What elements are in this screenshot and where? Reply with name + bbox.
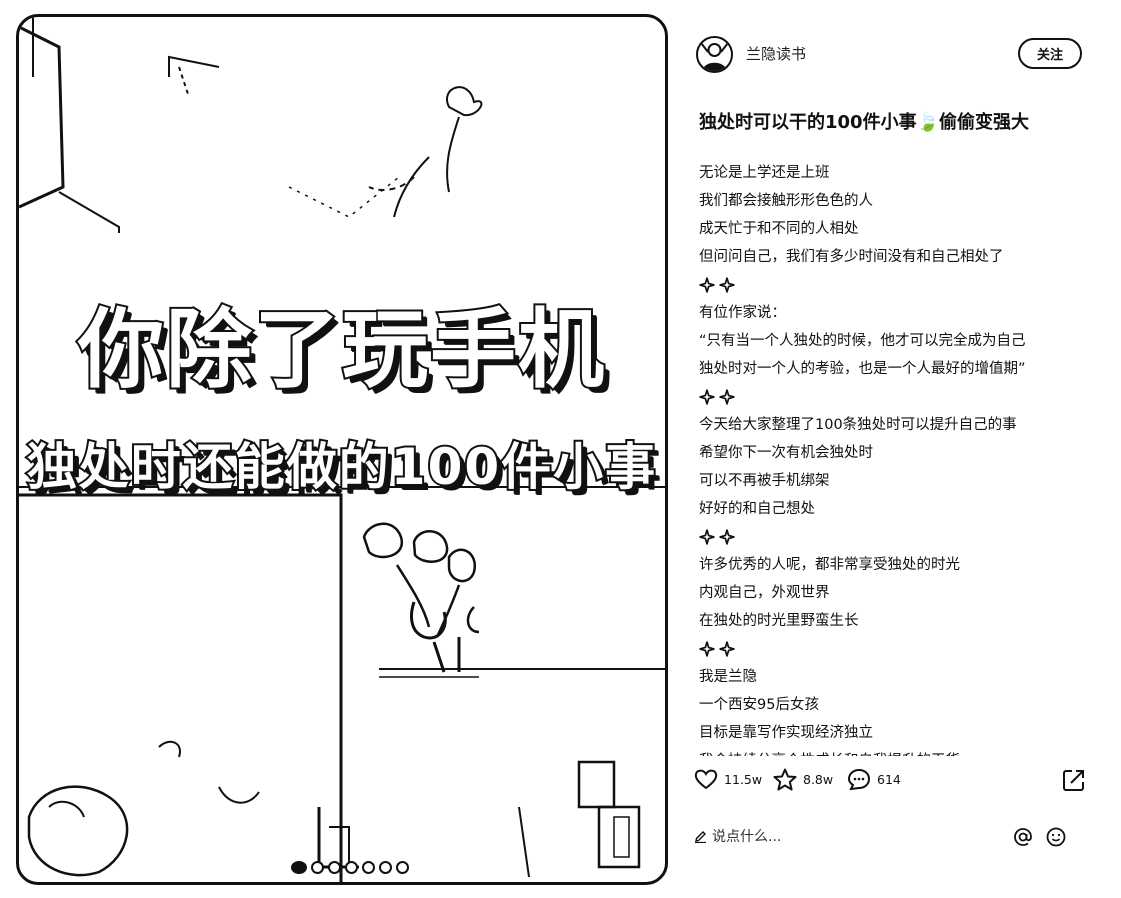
comment-composer <box>694 822 1086 852</box>
sparkle-icon <box>719 277 735 293</box>
comment-button[interactable]: 614 <box>847 768 901 791</box>
post-text-line: 有位作家说： <box>699 305 786 321</box>
post-detail-panel: 兰隐读书 关注 独处时可以干的100件小事🍃偷偷变强大 无论是上学还是上班我们都… <box>686 0 1121 898</box>
sparkle-icon <box>719 389 735 405</box>
post-text-line: 我会持续分享个性成长和自我提升的干货 <box>699 747 1089 756</box>
carousel-dot[interactable] <box>328 861 341 874</box>
sparkle-divider <box>699 271 1089 299</box>
author-name[interactable]: 兰隐读书 <box>746 43 806 64</box>
comment-bubble-icon <box>847 768 871 791</box>
at-sign-icon[interactable] <box>1012 826 1034 848</box>
sparkle-divider <box>699 523 1089 551</box>
collect-count: 8.8w <box>803 772 834 787</box>
carousel-dot[interactable] <box>345 861 358 874</box>
sparkle-icon <box>699 389 715 405</box>
emoji-smile-icon[interactable] <box>1045 826 1067 848</box>
sparkle-icon <box>699 277 715 293</box>
post-text-line: 可以不再被手机绑架 <box>699 473 830 489</box>
collect-button[interactable]: 8.8w <box>773 768 833 791</box>
author-avatar[interactable] <box>696 36 733 73</box>
post-text-line: 成天忙于和不同的人相处 <box>699 221 859 237</box>
post-text-line: 希望你下一次有机会独处时 <box>699 445 873 461</box>
post-body: 无论是上学还是上班我们都会接触形形色色的人 成天忙于和不同的人相处但问问自己，我们… <box>699 159 1089 756</box>
post-text-line: 目标是靠写作实现经济独立 <box>699 725 873 741</box>
image-headline-main: 你除了玩手机 <box>76 298 606 402</box>
post-text-line: 独处时对一个人的考验，也是一个人最好的增值期” <box>699 361 1026 377</box>
like-button[interactable]: 11.5w <box>694 768 762 790</box>
sparkle-divider <box>699 635 1089 663</box>
pencil-icon <box>695 831 706 843</box>
post-text-line: 在独处的时光里野蛮生长 <box>699 613 859 629</box>
post-image-carousel[interactable]: 你除了玩手机 独处时还能做的100件小事 <box>16 14 668 885</box>
share-icon <box>1063 770 1084 791</box>
like-count: 11.5w <box>724 771 763 787</box>
share-button[interactable] <box>1062 768 1086 796</box>
heart-icon <box>694 769 718 790</box>
carousel-indicator[interactable] <box>291 861 409 874</box>
avatar-image <box>700 42 729 71</box>
carousel-dot[interactable] <box>379 861 392 874</box>
post-text-line: 内观自己，外观世界 <box>699 585 830 601</box>
carousel-dot[interactable] <box>291 861 307 874</box>
post-text-line: 好好的和自己想处 <box>699 501 815 517</box>
post-text-line: 今天给大家整理了100条独处时可以提升自己的事 <box>699 417 1017 433</box>
post-title: 独处时可以干的100件小事🍃偷偷变强大 <box>699 112 1029 133</box>
post-text-line: 我是兰隐 <box>699 669 757 685</box>
star-icon <box>773 768 797 791</box>
post-text-line: 无论是上学还是上班 <box>699 165 830 181</box>
comment-count: 614 <box>877 772 901 787</box>
sparkle-divider <box>699 383 1089 411</box>
follow-button[interactable]: 关注 <box>1018 38 1082 69</box>
sparkle-icon <box>719 529 735 545</box>
sparkle-icon <box>699 529 715 545</box>
post-text-line: 我们都会接触形形色色的人 <box>699 193 873 209</box>
engagement-bar: 11.5w 8.8w 614 <box>694 768 1086 798</box>
post-text-line: 许多优秀的人呢，都非常享受独处的时光 <box>699 557 960 573</box>
carousel-dot[interactable] <box>362 861 375 874</box>
sparkle-icon <box>699 641 715 657</box>
image-headline-sub: 独处时还能做的100件小事 <box>25 436 658 498</box>
post-text-line: “只有当一个人独处的时候，他才可以完全成为自己 <box>699 333 1026 349</box>
carousel-dot[interactable] <box>311 861 324 874</box>
post-text-line: 一个西安95后女孩 <box>699 697 819 713</box>
post-text-line: 但问问自己，我们有多少时间没有和自己相处了 <box>699 249 1004 265</box>
carousel-dot[interactable] <box>396 861 409 874</box>
comment-input[interactable] <box>712 826 952 848</box>
sparkle-icon <box>719 641 735 657</box>
